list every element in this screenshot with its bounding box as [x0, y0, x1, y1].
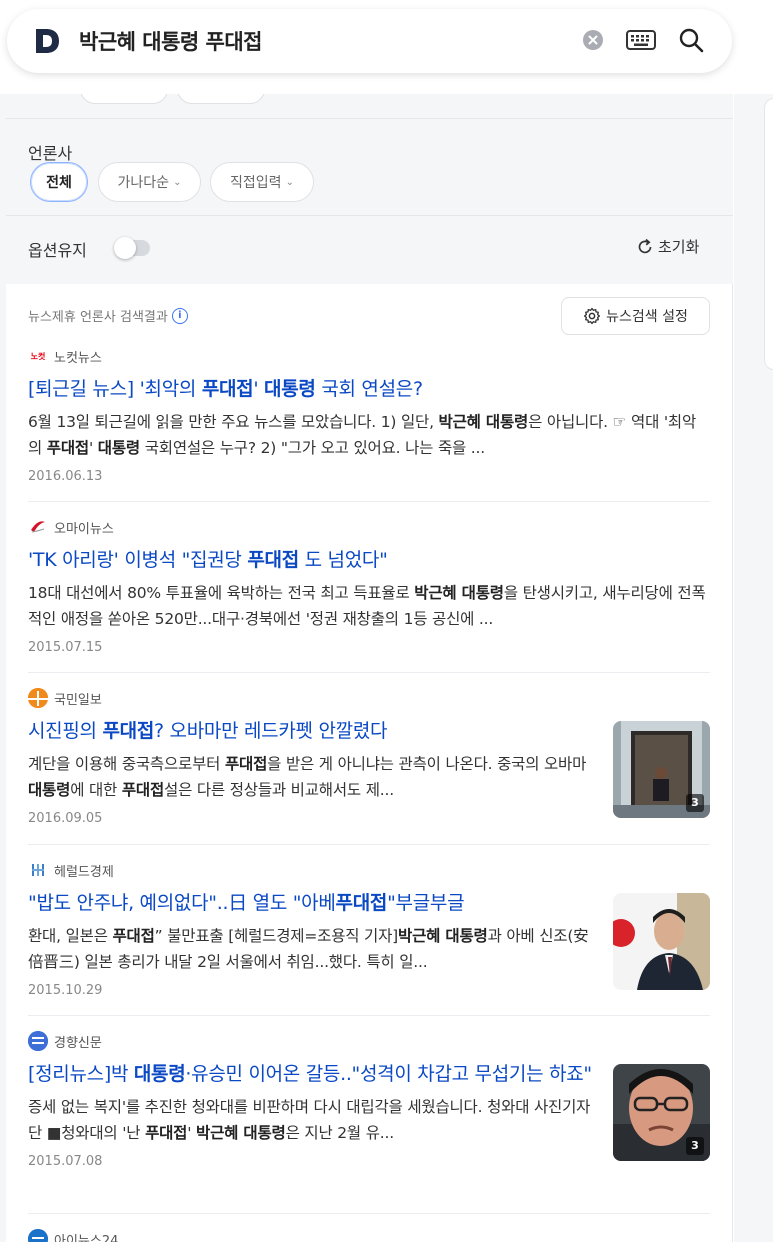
press-logo-icon: [28, 517, 48, 537]
divider: [6, 118, 733, 119]
press-logo-icon: [28, 1229, 48, 1242]
news-snippet: 증세 없는 복지'를 추진한 청와대를 비판하며 다시 대립각을 세웠습니다. …: [28, 1098, 591, 1142]
press-info[interactable]: 국민일보: [28, 687, 710, 709]
press-logo-icon: [28, 688, 48, 708]
gear-icon: [584, 307, 601, 325]
press-name: 오마이뉴스: [54, 521, 114, 537]
press-name: 아이뉴스24: [54, 1233, 119, 1242]
divider: [28, 1213, 710, 1214]
news-title[interactable]: 시진핑의 푸대접? 오바마만 레드카펫 안깔렸다: [28, 718, 598, 745]
reset-button[interactable]: 초기화: [636, 236, 699, 257]
press-chip-manual-input[interactable]: 직접입력 ⌄: [210, 162, 314, 202]
news-item: 경향신문 [정리뉴스]박 대통령·유승민 이어온 갈등.."성격이 차갑고 무섭…: [28, 1030, 710, 1169]
press-logo-icon: [28, 1031, 48, 1051]
news-thumbnail[interactable]: [613, 893, 710, 990]
news-item: 아이뉴스24: [28, 1228, 710, 1242]
news-date: 2015.07.15: [28, 640, 103, 655]
image-count-badge: 3: [686, 1137, 704, 1155]
news-item: 국민일보 시진핑의 푸대접? 오바마만 레드카펫 안깔렸다 계단을 이용해 중국…: [28, 687, 710, 826]
press-info[interactable]: 아이뉴스24: [28, 1228, 710, 1242]
search-header: 박근혜 대통령 푸대접: [0, 0, 773, 94]
divider: [28, 672, 710, 673]
chevron-down-icon: ⌄: [173, 176, 182, 188]
divider: [28, 501, 710, 502]
option-keep-toggle[interactable]: [114, 237, 150, 259]
press-info[interactable]: 헤럴드경제: [28, 859, 710, 881]
news-date: 2015.10.29: [28, 983, 103, 998]
chevron-down-icon: ⌄: [285, 176, 294, 188]
news-item: 노컷 노컷뉴스 [퇴근길 뉴스] '최악의 푸대접' 대통령 국회 연설은? 6…: [28, 345, 710, 484]
news-date: 2016.06.13: [28, 469, 103, 484]
news-snippet: 6월 13일 퇴근길에 읽을 만한 주요 뉴스를 모았습니다. 1) 일단, 박…: [28, 413, 697, 457]
clear-icon[interactable]: [583, 30, 603, 50]
news-thumbnail[interactable]: 3: [613, 1064, 710, 1161]
keyboard-icon[interactable]: [626, 29, 656, 51]
news-title[interactable]: [퇴근길 뉴스] '최악의 푸대접' 대통령 국회 연설은?: [28, 376, 710, 403]
divider: [28, 1015, 710, 1016]
option-keep-label: 옵션유지: [28, 241, 87, 260]
press-logo-icon: 노컷: [28, 346, 48, 366]
news-snippet: 18대 대선에서 80% 투표율에 육박하는 전국 최고 득표율로 박근혜 대통…: [28, 584, 706, 628]
search-input[interactable]: 박근혜 대통령 푸대접: [79, 26, 263, 56]
refresh-icon: [638, 238, 652, 253]
news-item: 오마이뉴스 'TK 아리랑' 이병석 "집권당 푸대접 도 넘었다" 18대 대…: [28, 516, 710, 655]
side-panel-card: [764, 98, 773, 370]
press-name: 국민일보: [54, 692, 102, 708]
news-thumbnail[interactable]: 3: [613, 721, 710, 818]
toggle-knob: [114, 237, 136, 259]
news-date: 2015.07.08: [28, 1154, 103, 1169]
press-name: 노컷뉴스: [54, 350, 102, 366]
divider: [28, 844, 710, 845]
press-info[interactable]: 경향신문: [28, 1030, 710, 1052]
divider: [6, 215, 733, 216]
search-box[interactable]: 박근혜 대통령 푸대접: [7, 9, 732, 73]
news-snippet: 환대, 일본은 푸대접” 불만표출 [헤럴드경제=조용직 기자]박근혜 대통령과…: [28, 927, 589, 971]
news-title[interactable]: 'TK 아리랑' 이병석 "집권당 푸대접 도 넘었다": [28, 547, 710, 574]
results-header: 뉴스제휴 언론사 검색결과 i: [28, 306, 188, 325]
daum-logo-icon[interactable]: [33, 27, 61, 55]
press-chip-all[interactable]: 전체: [30, 162, 88, 202]
news-search-settings-button[interactable]: 뉴스검색 설정: [561, 297, 710, 335]
press-filter-label: 언론사: [28, 144, 73, 163]
info-icon[interactable]: i: [171, 307, 188, 324]
news-snippet: 계단을 이용해 중국측으로부터 푸대접을 받은 게 아니냐는 관측이 나온다. …: [28, 755, 587, 799]
press-logo-icon: [28, 860, 48, 880]
press-name: 경향신문: [54, 1035, 102, 1051]
news-date: 2016.09.05: [28, 811, 103, 826]
news-title[interactable]: [정리뉴스]박 대통령·유승민 이어온 갈등.."성격이 차갑고 무섭기는 하죠…: [28, 1061, 598, 1088]
image-count-badge: 3: [686, 794, 704, 812]
press-chip-alphabetical[interactable]: 가나다순 ⌄: [98, 162, 201, 202]
press-name: 헤럴드경제: [54, 864, 114, 880]
press-info[interactable]: 오마이뉴스: [28, 516, 710, 538]
news-title[interactable]: "밥도 안주냐, 예의없다"..日 열도 "아베푸대접"부글부글: [28, 890, 598, 917]
filter-panel: 언론사 전체 가나다순 ⌄ 직접입력 ⌄ 옵션유지 초기화: [6, 74, 733, 284]
news-item: 헤럴드경제 "밥도 안주냐, 예의없다"..日 열도 "아베푸대접"부글부글 환…: [28, 859, 710, 998]
press-info[interactable]: 노컷 노컷뉴스: [28, 345, 710, 367]
search-icon[interactable]: [677, 26, 705, 54]
